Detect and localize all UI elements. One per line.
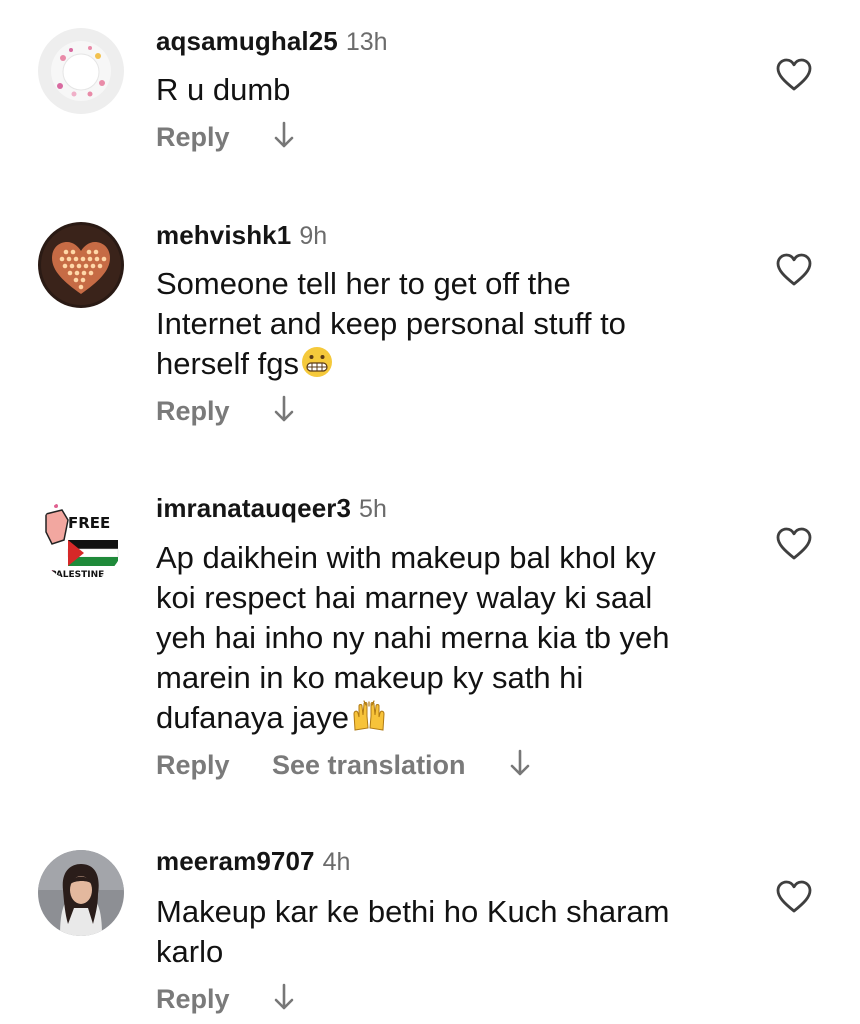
comment-actions: Reply [156,120,296,154]
avatar[interactable]: FREE PALESTINE [38,496,124,582]
comment-meta: mehvishk1 9h [156,220,327,251]
avatar-image [38,28,124,114]
comment-line: Makeup kar ke bethi ho Kuch sharam [156,894,670,929]
arrow-down-icon[interactable] [272,120,296,155]
username[interactable]: aqsamughal25 [156,26,338,56]
comment-meta: meeram9707 4h [156,846,350,877]
avatar[interactable] [38,28,124,114]
reply-button[interactable]: Reply [156,122,230,153]
like-heart-icon[interactable] [776,58,812,92]
comment-actions: Reply [156,982,296,1016]
comment-line: Internet and keep personal stuff to [156,306,626,341]
comment-line: yeh hai inho ny nahi merna kia tb yeh [156,620,670,655]
avatar-top-text: FREE [68,514,110,532]
comment-actions: Reply See translation [156,748,532,782]
arrow-down-icon[interactable] [508,748,532,783]
comment-text: Makeup kar ke bethi ho Kuch sharam karlo [156,892,746,972]
comment-actions: Reply [156,394,296,428]
comment-line: Ap daikhein with makeup bal khol ky [156,540,656,575]
comment-text: Ap daikhein with makeup bal khol ky koi … [156,538,746,742]
arrow-down-icon[interactable] [272,982,296,1017]
comment-line-with-emoji: dufanaya jaye [156,698,746,742]
avatar[interactable] [38,850,124,936]
username[interactable]: mehvishk1 [156,220,291,250]
comment-text: R u dumb [156,70,746,110]
comment-line: herself fgs [156,346,300,381]
comment-text: Someone tell her to get off the Internet… [156,264,746,388]
timestamp: 9h [299,222,328,250]
comment-meta: aqsamughal25 13h [156,26,388,57]
comment-line: R u dumb [156,72,291,107]
reply-button[interactable]: Reply [156,984,230,1015]
avatar[interactable] [38,222,124,308]
comment-line: marein in ko makeup ky sath hi [156,660,584,695]
comment-line: Someone tell her to get off the [156,266,571,301]
arrow-down-icon[interactable] [272,394,296,429]
avatar-image [38,850,124,936]
reply-button[interactable]: Reply [156,396,230,427]
comment-line: karlo [156,934,224,969]
timestamp: 4h [322,848,351,876]
username[interactable]: meeram9707 [156,846,315,876]
timestamp: 13h [345,28,388,56]
comment-meta: imranatauqeer3 5h [156,493,387,524]
username[interactable]: imranatauqeer3 [156,493,351,523]
timestamp: 5h [359,495,387,523]
reply-button[interactable]: Reply [156,750,230,781]
avatar-image [38,222,124,308]
grimacing-face-emoji [301,346,333,388]
like-heart-icon[interactable] [776,253,812,287]
avatar-bottom-text: PALESTINE [50,570,104,580]
like-heart-icon[interactable] [776,880,812,914]
like-heart-icon[interactable] [776,527,812,561]
comment-line-with-emoji: herself fgs [156,344,746,388]
comment-line: koi respect hai marney walay ki saal [156,580,653,615]
see-translation-button[interactable]: See translation [272,750,466,781]
raising-hands-emoji [351,700,387,742]
comment-line: dufanaya jaye [156,700,350,735]
avatar-image: FREE PALESTINE [38,496,124,582]
